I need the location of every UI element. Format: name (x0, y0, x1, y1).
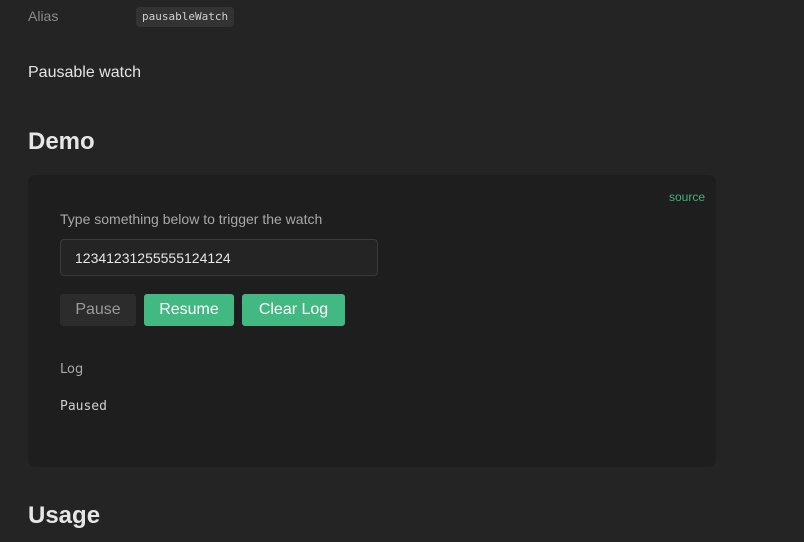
description: Pausable watch (28, 64, 141, 81)
log-entry: Paused (60, 399, 107, 414)
pause-button[interactable]: Pause (60, 294, 136, 326)
log-label: Log (60, 362, 84, 377)
demo-heading: Demo (28, 128, 95, 155)
resume-button[interactable]: Resume (144, 294, 234, 326)
source-link[interactable]: source (669, 190, 705, 204)
clear-log-button[interactable]: Clear Log (242, 294, 345, 326)
watch-input[interactable] (60, 239, 378, 276)
input-prompt: Type something below to trigger the watc… (60, 211, 323, 227)
usage-heading: Usage (28, 502, 101, 529)
alias-label: Alias (28, 8, 59, 24)
demo-card: source Type something below to trigger t… (28, 175, 716, 467)
alias-code: pausableWatch (136, 7, 235, 27)
